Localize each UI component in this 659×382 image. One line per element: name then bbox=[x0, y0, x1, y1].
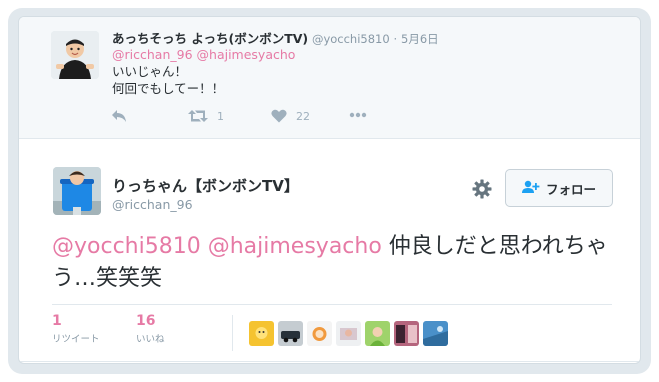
more-button[interactable] bbox=[349, 112, 367, 118]
liker-avatar[interactable] bbox=[249, 321, 274, 346]
tweet-line: いいじゃん！ bbox=[112, 64, 188, 79]
retweet-icon bbox=[188, 109, 208, 123]
display-name[interactable]: あっちそっち よっち(ボンボンTV) bbox=[112, 31, 308, 46]
divider bbox=[52, 304, 612, 305]
liker-avatar[interactable] bbox=[336, 321, 361, 346]
handle[interactable]: @yocchi5810 bbox=[312, 32, 390, 46]
parent-tweet-header: あっちそっち よっち(ボンボンTV) @yocchi5810 · 5月6日 bbox=[112, 28, 439, 47]
retweet-stat[interactable]: 1 リツイート bbox=[52, 313, 100, 345]
mention-link[interactable]: @yocchi5810 bbox=[52, 234, 201, 259]
like-count: 16 bbox=[136, 313, 156, 329]
parent-tweet-text: @ricchan_96 @hajimesyacho いいじゃん！ 何回でもしてー… bbox=[112, 46, 295, 97]
retweet-label: リツイート bbox=[52, 334, 100, 345]
tweet-card: あっちそっち よっち(ボンボンTV) @yocchi5810 · 5月6日 @r… bbox=[18, 16, 641, 364]
liker-avatars bbox=[249, 321, 448, 346]
avatar[interactable] bbox=[53, 167, 101, 215]
like-button[interactable]: 22 bbox=[271, 109, 310, 123]
gear-icon[interactable] bbox=[472, 179, 492, 199]
mention-link[interactable]: @hajimesyacho bbox=[197, 47, 296, 62]
follow-button[interactable]: フォロー bbox=[505, 169, 613, 207]
retweet-count: 1 bbox=[217, 109, 224, 123]
more-icon bbox=[349, 112, 367, 118]
reply-icon bbox=[111, 109, 127, 123]
parent-tweet[interactable]: あっちそっち よっち(ボンボンTV) @yocchi5810 · 5月6日 @r… bbox=[19, 17, 640, 139]
separator: · bbox=[393, 32, 398, 46]
display-name[interactable]: りっちゃん【ボンボンTV】 bbox=[112, 175, 299, 196]
tweet-text: @yocchi5810 @hajimesyacho 仲良しだと思われちゃう…笑笑… bbox=[52, 231, 622, 295]
follow-label: フォロー bbox=[545, 181, 596, 197]
heart-icon bbox=[271, 109, 287, 123]
add-user-icon bbox=[521, 180, 540, 197]
tweet-actions: 1 22 bbox=[111, 109, 391, 129]
liker-avatar[interactable] bbox=[278, 321, 303, 346]
liker-avatar[interactable] bbox=[307, 321, 332, 346]
like-label: いいね bbox=[136, 334, 165, 345]
retweet-count: 1 bbox=[52, 313, 62, 329]
reply-button[interactable] bbox=[111, 109, 127, 123]
like-stat[interactable]: 16 いいね bbox=[136, 313, 165, 345]
mention-link[interactable]: @hajimesyacho bbox=[208, 234, 382, 259]
divider bbox=[232, 315, 233, 351]
liker-avatar[interactable] bbox=[365, 321, 390, 346]
like-count: 22 bbox=[296, 109, 310, 123]
avatar[interactable] bbox=[51, 31, 99, 79]
liker-avatar[interactable] bbox=[423, 321, 448, 346]
liker-avatar[interactable] bbox=[394, 321, 419, 346]
retweet-button[interactable]: 1 bbox=[188, 109, 224, 123]
tweet-line: 何回でもしてー！！ bbox=[112, 81, 225, 96]
mention-link[interactable]: @ricchan_96 bbox=[112, 47, 193, 62]
divider bbox=[19, 361, 640, 362]
handle[interactable]: @ricchan_96 bbox=[112, 197, 193, 212]
timestamp[interactable]: 5月6日 bbox=[401, 32, 439, 46]
